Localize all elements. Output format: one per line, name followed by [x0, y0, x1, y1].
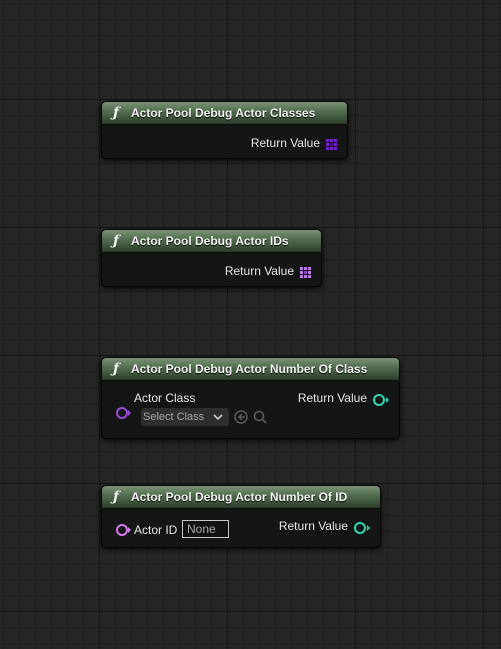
- node-title: Actor Pool Debug Actor IDs: [131, 234, 289, 248]
- function-icon: ƒ: [113, 361, 120, 377]
- node-actor-pool-debug-actor-classes[interactable]: ƒ Actor Pool Debug Actor Classes Return …: [101, 101, 348, 159]
- function-icon: ƒ: [113, 105, 120, 121]
- node-body: Actor Class Select Class Return Value: [102, 381, 399, 438]
- node-actor-pool-debug-actor-number-of-class[interactable]: ƒ Actor Pool Debug Actor Number Of Class…: [101, 357, 400, 439]
- node-body: Actor ID None Return Value: [102, 509, 380, 547]
- node-body: Return Value: [102, 253, 321, 286]
- input-pin-arrow-icon: [128, 410, 131, 416]
- node-title: Actor Pool Debug Actor Number Of Class: [131, 362, 368, 376]
- actor-id-input[interactable]: None: [182, 520, 229, 538]
- return-value-label: Return Value: [224, 264, 294, 278]
- array-pin-icon[interactable]: [300, 267, 311, 278]
- use-selected-asset-icon[interactable]: [233, 409, 249, 425]
- actor-class-label: Actor Class: [134, 391, 196, 405]
- browse-asset-search-icon[interactable]: [252, 409, 268, 425]
- node-header[interactable]: ƒ Actor Pool Debug Actor Number Of Class: [102, 358, 399, 381]
- function-icon: ƒ: [113, 489, 120, 505]
- node-actor-pool-debug-actor-ids[interactable]: ƒ Actor Pool Debug Actor IDs Return Valu…: [101, 229, 322, 287]
- actor-id-label: Actor ID: [134, 523, 178, 537]
- chevron-down-icon: [213, 414, 223, 421]
- return-value-output-pin[interactable]: [373, 394, 385, 406]
- return-value-label: Return Value: [297, 391, 367, 405]
- node-body: Return Value: [102, 125, 347, 158]
- node-header[interactable]: ƒ Actor Pool Debug Actor Number Of ID: [102, 486, 380, 509]
- node-title: Actor Pool Debug Actor Classes: [131, 106, 316, 120]
- return-value-label: Return Value: [250, 136, 320, 150]
- node-title: Actor Pool Debug Actor Number Of ID: [131, 490, 348, 504]
- actor-id-input-pin[interactable]: [116, 524, 128, 536]
- output-pin-arrow-icon: [367, 525, 370, 531]
- actor-class-input-pin[interactable]: [116, 407, 128, 419]
- node-header[interactable]: ƒ Actor Pool Debug Actor IDs: [102, 230, 321, 253]
- node-header[interactable]: ƒ Actor Pool Debug Actor Classes: [102, 102, 347, 125]
- return-value-label: Return Value: [278, 519, 348, 533]
- return-value-output-pin[interactable]: [354, 522, 366, 534]
- output-pin-arrow-icon: [386, 397, 389, 403]
- function-icon: ƒ: [113, 233, 120, 249]
- node-actor-pool-debug-actor-number-of-id[interactable]: ƒ Actor Pool Debug Actor Number Of ID Ac…: [101, 485, 381, 548]
- array-pin-icon[interactable]: [326, 139, 337, 150]
- input-pin-arrow-icon: [128, 527, 131, 533]
- select-class-placeholder: Select Class: [143, 411, 205, 423]
- select-class-dropdown[interactable]: Select Class: [141, 408, 229, 426]
